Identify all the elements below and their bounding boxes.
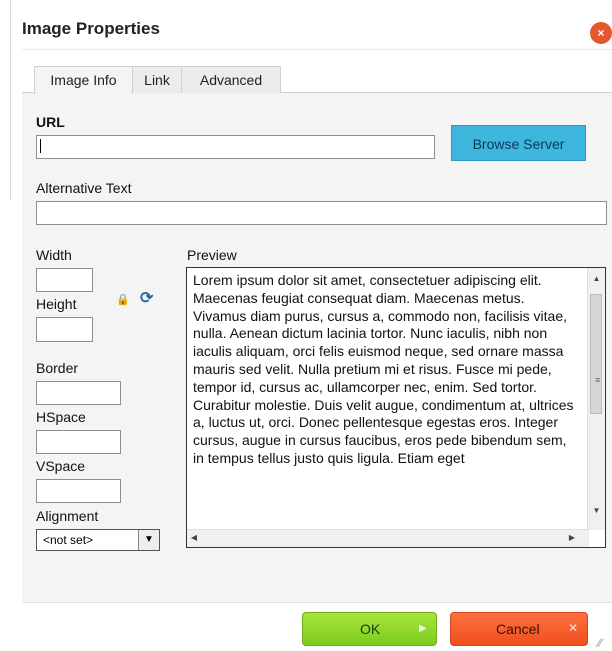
- text-cursor: [40, 139, 41, 153]
- border-input[interactable]: [36, 381, 121, 405]
- scroll-up-icon[interactable]: ▲: [588, 274, 605, 283]
- scrollbar-thumb[interactable]: ≡: [590, 294, 602, 414]
- cancel-button[interactable]: Cancel ✕: [450, 612, 588, 646]
- alternative-text-label: Alternative Text: [36, 180, 132, 196]
- tab-link[interactable]: Link: [132, 66, 182, 93]
- chevron-down-icon[interactable]: ▼: [138, 530, 159, 550]
- grip-icon: ≡: [595, 375, 601, 385]
- width-label: Width: [36, 247, 72, 263]
- title-divider: [22, 49, 612, 50]
- close-icon: ✕: [568, 621, 579, 635]
- image-properties-dialog: Image Properties × Image Info Link Advan…: [0, 0, 612, 651]
- alternative-text-input[interactable]: [36, 201, 607, 225]
- height-input[interactable]: [36, 317, 93, 342]
- tab-image-info[interactable]: Image Info: [34, 66, 133, 94]
- scroll-left-icon[interactable]: ◀: [189, 533, 199, 542]
- preview-text: Lorem ipsum dolor sit amet, consectetuer…: [193, 272, 574, 466]
- cancel-label: Cancel: [496, 621, 540, 637]
- height-label: Height: [36, 296, 77, 312]
- reset-size-icon[interactable]: ⟳: [140, 288, 153, 308]
- left-divider: [10, 0, 11, 200]
- dialog-title: Image Properties: [22, 19, 160, 38]
- alignment-label: Alignment: [36, 508, 99, 524]
- browse-server-button[interactable]: Browse Server: [451, 125, 586, 161]
- hspace-label: HSpace: [36, 409, 86, 425]
- vspace-input[interactable]: [36, 479, 121, 503]
- scroll-down-icon[interactable]: ▼: [588, 506, 605, 515]
- url-input[interactable]: [36, 135, 435, 159]
- tab-advanced[interactable]: Advanced: [181, 66, 281, 93]
- scroll-right-icon[interactable]: ▶: [567, 533, 577, 542]
- ok-button[interactable]: OK ▶: [302, 612, 437, 646]
- close-icon[interactable]: ×: [590, 22, 612, 44]
- border-label: Border: [36, 360, 79, 376]
- footer-divider: [22, 602, 612, 603]
- arrow-right-icon: ▶: [419, 623, 427, 634]
- url-label: URL: [36, 114, 65, 130]
- ok-label: OK: [360, 621, 381, 637]
- lock-icon[interactable]: 🔒: [116, 293, 130, 306]
- alignment-select[interactable]: <not set> ▼: [36, 529, 160, 551]
- vertical-scrollbar[interactable]: ▲ ≡ ▼: [587, 268, 605, 530]
- alignment-selected-value: <not set>: [43, 533, 94, 547]
- resize-grip-icon[interactable]: ∕∕: [598, 636, 602, 650]
- preview-label: Preview: [187, 247, 237, 263]
- preview-box: Lorem ipsum dolor sit amet, consectetuer…: [186, 267, 606, 548]
- horizontal-scrollbar[interactable]: ◀ ▶: [187, 529, 589, 547]
- hspace-input[interactable]: [36, 430, 121, 454]
- width-input[interactable]: [36, 268, 93, 292]
- vspace-label: VSpace: [36, 458, 86, 474]
